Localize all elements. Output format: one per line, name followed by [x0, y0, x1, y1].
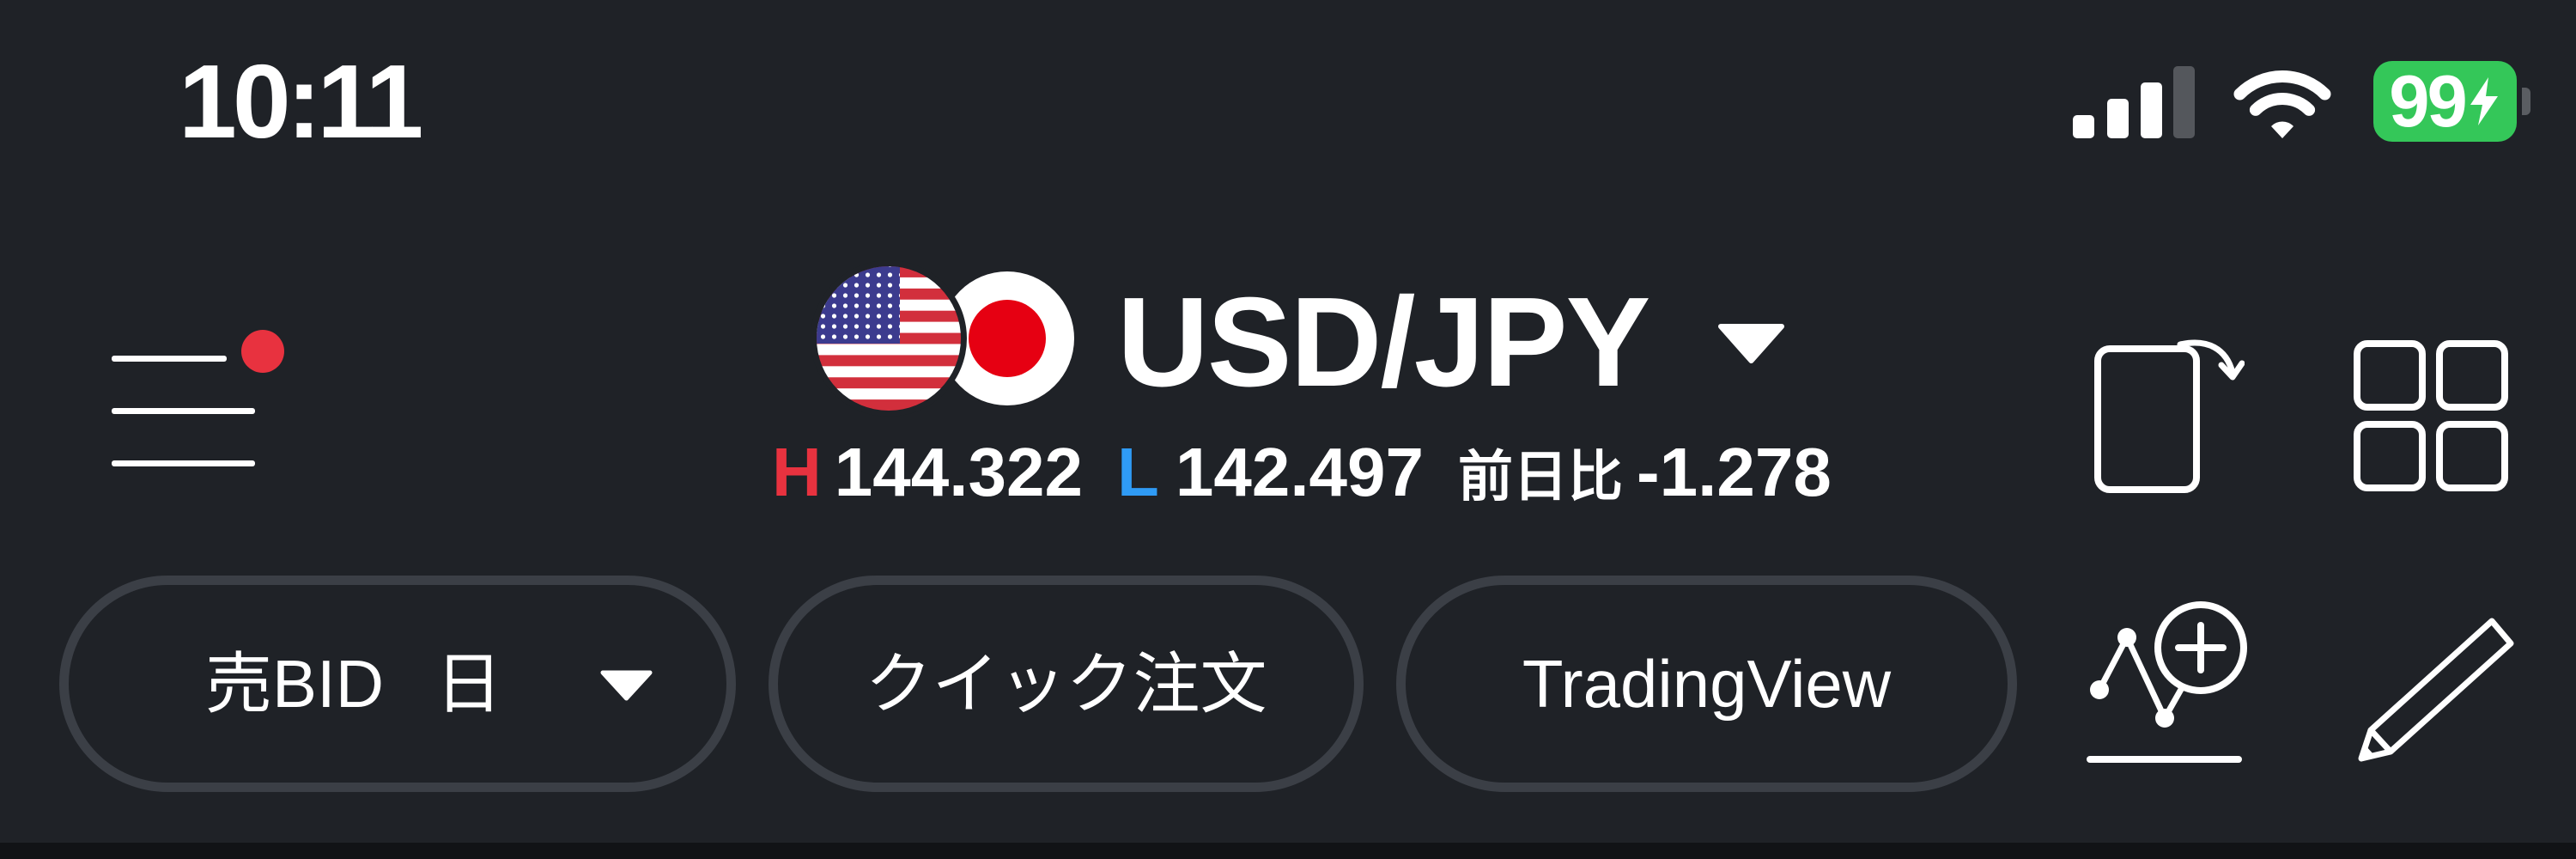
battery-charging-icon: 99 [2373, 61, 2517, 142]
charging-bolt-icon [2470, 77, 2498, 125]
add-indicator-icon[interactable] [2082, 597, 2254, 769]
signal-bar [2173, 66, 2195, 138]
status-time: 10:11 [179, 43, 423, 160]
price-range-summary: H 144.322 L 142.497 前日比 -1.278 [772, 438, 1832, 507]
low-value: 142.497 [1175, 434, 1425, 510]
hamburger-menu-icon [112, 408, 255, 414]
menu-button[interactable] [112, 344, 258, 472]
quick-order-button[interactable]: クイック注文 [769, 576, 1364, 792]
grid-layout-icon[interactable] [2354, 340, 2508, 491]
change-label: 前日比 [1458, 446, 1624, 508]
currency-pair-label: USD/JPY [1117, 271, 1650, 413]
battery-level: 99 [2389, 60, 2468, 143]
tradingview-label: TradingView [1522, 646, 1892, 722]
currency-pair-selector[interactable]: USD/JPY [807, 258, 1795, 421]
battery-tip [2522, 88, 2530, 115]
signal-bar [2073, 115, 2094, 138]
chevron-down-icon [1718, 324, 1784, 363]
high-value: 144.322 [834, 434, 1083, 510]
signal-bar [2141, 82, 2162, 138]
change-value: -1.278 [1637, 434, 1832, 510]
notification-dot-icon [241, 330, 284, 373]
bid-label: 売BID [205, 646, 385, 722]
cellular-signal-icon [2073, 66, 2195, 138]
quick-order-label: クイック注文 [865, 646, 1267, 722]
rotate-screen-icon[interactable] [2094, 337, 2245, 493]
pencil-icon[interactable] [2353, 597, 2520, 769]
hamburger-menu-icon [112, 356, 227, 362]
currency-flags [811, 260, 1074, 417]
high-label: H [772, 434, 822, 510]
tradingview-button[interactable]: TradingView [1396, 576, 2017, 792]
signal-bar [2107, 99, 2129, 138]
bid-period-selector[interactable]: 売BID 日 [59, 576, 736, 792]
chevron-down-icon [600, 670, 653, 701]
hamburger-menu-icon [112, 460, 255, 466]
period-label: 日 [435, 646, 503, 722]
wifi-icon [2233, 70, 2331, 138]
low-label: L [1116, 434, 1159, 510]
content-divider [0, 843, 2576, 859]
